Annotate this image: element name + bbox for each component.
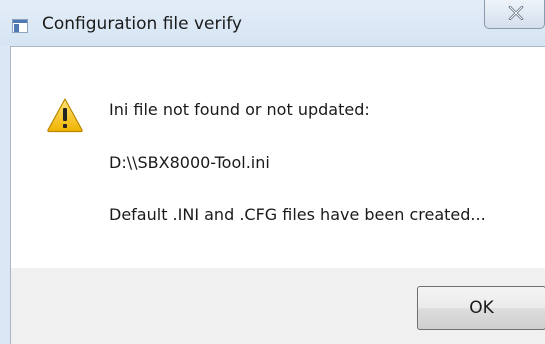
close-button[interactable] xyxy=(484,0,545,29)
warning-icon xyxy=(47,98,83,133)
window-title: Configuration file verify xyxy=(42,14,242,34)
app-icon-side xyxy=(14,24,19,32)
close-icon xyxy=(508,6,524,20)
app-icon-bar xyxy=(13,20,27,23)
application-window-icon[interactable] xyxy=(12,19,28,33)
message-line-3: Default .INI and .CFG files have been cr… xyxy=(109,205,486,224)
title-bar[interactable]: Configuration file verify xyxy=(0,0,545,46)
message-area: Ini file not found or not updated: D:\\S… xyxy=(11,47,545,268)
message-line-1: Ini file not found or not updated: xyxy=(109,100,370,119)
ok-button[interactable]: OK xyxy=(417,286,545,330)
message-file-path: D:\\SBX8000-Tool.ini xyxy=(109,153,270,172)
dialog-window: Configuration file verify Ini file not f… xyxy=(0,0,545,344)
dialog-body: Ini file not found or not updated: D:\\S… xyxy=(10,46,545,344)
